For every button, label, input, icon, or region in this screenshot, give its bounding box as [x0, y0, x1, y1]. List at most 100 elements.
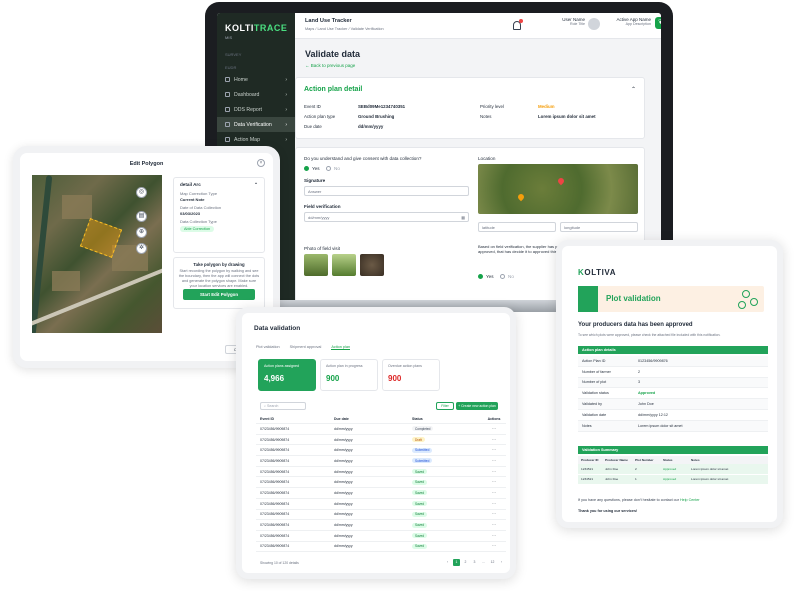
row-actions-icon[interactable]: ⋯: [482, 480, 506, 484]
approve-no-radio[interactable]: [500, 274, 505, 279]
table-row[interactable]: 07/23456/9909874 dd/mm/yyyy Saved ⋯: [256, 477, 506, 489]
due-date-value: dd/mm/yyyy: [358, 124, 384, 129]
row-actions-icon[interactable]: ⋯: [482, 438, 506, 442]
table-row[interactable]: 07/23456/9909874 dd/mm/yyyy Submitted ⋯: [256, 456, 506, 467]
tab-shipment-approval[interactable]: Shipment approval: [290, 345, 322, 350]
location-map[interactable]: [478, 164, 638, 214]
chevron-up-icon[interactable]: ⌃: [631, 86, 636, 93]
koltiva-logo: KOLTIVA: [578, 268, 617, 277]
row-actions-icon[interactable]: ⋯: [482, 502, 506, 506]
settings-icon[interactable]: ✲: [136, 243, 147, 254]
event-id-cell: 07/23456/9909874: [260, 533, 290, 538]
app-switcher[interactable]: Active App Name App Description: [611, 17, 651, 26]
filter-button[interactable]: Filter: [436, 402, 454, 410]
table-row[interactable]: 07/23456/9909874 dd/mm/yyyy Submitted ⋯: [256, 445, 506, 457]
tab-action-plan[interactable]: Action plan: [331, 345, 351, 350]
collection-date-label: Date of Data Collection: [180, 205, 222, 210]
pagination-summary: Showing 10 of 120 details: [260, 561, 299, 565]
bell-icon[interactable]: [513, 19, 523, 30]
app-leaf-icon[interactable]: ❦: [655, 17, 661, 29]
row-actions-icon[interactable]: ⋯: [482, 523, 506, 527]
page-button[interactable]: ›: [498, 559, 505, 566]
location-target-icon[interactable]: ◎: [136, 187, 147, 198]
page-button[interactable]: 2: [462, 559, 469, 566]
table-row[interactable]: 07/23456/9909874 dd/mm/yyyy Draft ⋯: [256, 435, 506, 446]
table-row[interactable]: 07/23456/9909874 dd/mm/yyyy Saved ⋯: [256, 510, 506, 521]
back-link[interactable]: ← Back to previous page: [305, 63, 651, 68]
longitude-input[interactable]: longitude: [560, 222, 638, 232]
latitude-input[interactable]: latitude: [478, 222, 556, 232]
signature-input[interactable]: Answer: [304, 186, 469, 196]
close-icon[interactable]: ×: [257, 159, 265, 167]
sidebar-item-data-verification[interactable]: Data Verification ›: [217, 117, 295, 132]
table-row[interactable]: 07/23456/9909874 dd/mm/yyyy Completed ⋯: [256, 424, 506, 435]
create-action-plan-button[interactable]: + Create new action plan: [456, 402, 498, 410]
detail-row: Number of plot 3: [578, 377, 768, 389]
avatar[interactable]: [588, 18, 600, 30]
row-actions-icon[interactable]: ⋯: [482, 459, 506, 463]
breadcrumb[interactable]: Maps / Land Use Tracker / Validate Verif…: [305, 27, 384, 31]
detail-value: 0123456/9909876: [638, 358, 668, 363]
approve-yes-radio[interactable]: [478, 274, 483, 279]
collection-date-value: 03/03/2023: [180, 211, 201, 216]
field-verification-date-input[interactable]: dd/mm/yyyy ▦: [304, 212, 469, 222]
stat-overdue: Overdue action plans 900: [382, 359, 440, 391]
status-cell: Saved: [412, 533, 482, 539]
table-row[interactable]: 07/23456/9909874 dd/mm/yyyy Saved ⋯: [256, 520, 506, 531]
start-edit-polygon-button[interactable]: Start Edit Polygon: [183, 289, 255, 300]
chevron-right-icon: ›: [285, 136, 287, 143]
detail-header[interactable]: detail Arc ⌃: [180, 182, 258, 188]
table-row[interactable]: 07/23456/9909874 dd/mm/yyyy Saved ⋯: [256, 531, 506, 542]
page-button[interactable]: 3: [471, 559, 478, 566]
table-row[interactable]: 07/23456/9909874 dd/mm/yyyy Saved ⋯: [256, 499, 506, 510]
calendar-icon[interactable]: ▦: [461, 215, 465, 220]
layers-icon[interactable]: ▤: [136, 211, 147, 222]
sidebar-item-action-map[interactable]: Action Map ›: [217, 132, 295, 147]
event-id-value: SEBd09Me1234740351: [358, 104, 406, 109]
consent-yes-radio[interactable]: [304, 166, 309, 171]
status-cell: Saved: [412, 522, 482, 528]
map-icon: [225, 137, 230, 142]
field-photo-2[interactable]: [332, 254, 356, 276]
page-button[interactable]: 12: [489, 559, 496, 566]
validate-title: Validate data: [305, 49, 361, 59]
user-menu[interactable]: User Name Role Title: [535, 17, 585, 26]
status-cell: Saved: [412, 543, 482, 549]
row-actions-icon[interactable]: ⋯: [482, 470, 506, 474]
sidebar-item-home[interactable]: Home ›: [217, 72, 295, 87]
page-button[interactable]: 1: [453, 559, 460, 566]
tab-plot-validation[interactable]: Plot validation: [256, 345, 280, 350]
edit-polygon-title: Edit Polygon: [129, 161, 164, 167]
status-badge: Saved: [412, 490, 428, 496]
detail-key: Notes: [582, 423, 592, 428]
detail-panel: detail Arc ⌃ Map Correction Type Current …: [173, 177, 265, 253]
stat-assigned: Action plans assigned 4,966: [258, 359, 316, 391]
row-actions-icon[interactable]: ⋯: [482, 448, 506, 452]
table-row[interactable]: 07/23456/9909874 dd/mm/yyyy Saved ⋯: [256, 542, 506, 553]
row-actions-icon[interactable]: ⋯: [482, 534, 506, 538]
verification-icon: [225, 122, 230, 127]
help-center-link[interactable]: Help Center: [680, 498, 700, 502]
approved-heading: Your producers data has been approved: [578, 322, 693, 328]
page-button[interactable]: ‹: [444, 559, 451, 566]
satellite-map[interactable]: [32, 175, 162, 333]
row-actions-icon[interactable]: ⋯: [482, 491, 506, 495]
field-photo-3[interactable]: [360, 254, 384, 276]
row-actions-icon[interactable]: ⋯: [482, 512, 506, 516]
field-photo-1[interactable]: [304, 254, 328, 276]
data-validation-tablet: Data validation Plot validation Shipment…: [236, 307, 516, 579]
consent-no-radio[interactable]: [326, 166, 331, 171]
row-actions-icon[interactable]: ⋯: [482, 427, 506, 431]
row-actions-icon[interactable]: ⋯: [482, 544, 506, 548]
detail-row: Action Plan ID 0123456/9909876: [578, 356, 768, 367]
validation-tabs: Plot validation Shipment approval Action…: [256, 345, 351, 350]
page-button[interactable]: ...: [480, 559, 487, 566]
collection-type-tag: Able Correction: [180, 226, 215, 232]
search-input[interactable]: ⌕ Search: [260, 402, 306, 410]
sidebar-item-dashboard[interactable]: Dashboard ›: [217, 87, 295, 102]
zoom-icon[interactable]: ⊕: [136, 227, 147, 238]
due-date-cell: dd/mm/yyyy: [334, 458, 353, 463]
table-row[interactable]: 07/23456/9909874 dd/mm/yyyy Saved ⋯: [256, 488, 506, 499]
table-row[interactable]: 07/23456/9909874 dd/mm/yyyy Saved ⋯: [256, 467, 506, 478]
sidebar-item-dds-report[interactable]: DDS Report ›: [217, 102, 295, 117]
